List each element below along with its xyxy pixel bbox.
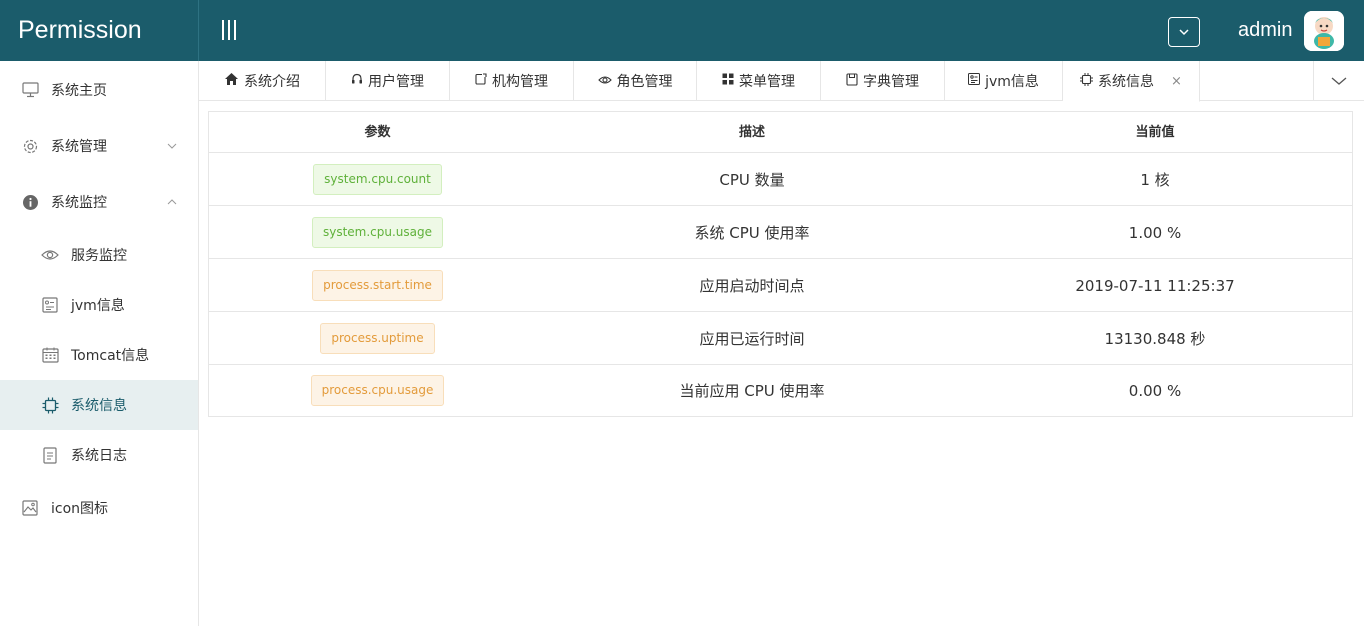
tab-dictionary-management[interactable]: 字典管理 bbox=[821, 61, 945, 101]
param-tag: process.uptime bbox=[320, 323, 435, 354]
avatar[interactable] bbox=[1304, 11, 1344, 51]
sidebar-item-label: 系统日志 bbox=[71, 448, 127, 464]
table-row: process.uptime 应用已运行时间 13130.848 秒 bbox=[209, 312, 1352, 365]
tab-label: 机构管理 bbox=[492, 74, 548, 90]
value-cell: 0.00 % bbox=[1128, 381, 1182, 400]
sidebar-item-label: jvm信息 bbox=[71, 298, 125, 314]
sidebar-item-label: 系统监控 bbox=[51, 195, 107, 211]
sidebar-item-tomcat[interactable]: Tomcat信息 bbox=[0, 330, 198, 380]
chip-icon bbox=[1080, 72, 1094, 90]
value-cell: 1.00 % bbox=[1128, 223, 1182, 242]
gear-icon bbox=[21, 137, 39, 155]
param-tag: system.cpu.usage bbox=[311, 217, 444, 248]
param-tag: process.cpu.usage bbox=[310, 375, 445, 406]
username[interactable]: admin bbox=[1238, 0, 1292, 61]
sidebar-item-system-info[interactable]: 系统信息 bbox=[0, 380, 198, 430]
sidebar-item-jvm[interactable]: jvm信息 bbox=[0, 280, 198, 330]
tab-system-info[interactable]: 系统信息 × bbox=[1063, 61, 1200, 102]
document-icon bbox=[41, 446, 59, 464]
sidebar-item-icons[interactable]: icon图标 bbox=[0, 483, 198, 533]
tab-label: jvm信息 bbox=[985, 74, 1039, 90]
tab-role-management[interactable]: 角色管理 bbox=[574, 61, 697, 101]
tab-label: 角色管理 bbox=[616, 74, 673, 90]
description-cell: 应用已运行时间 bbox=[699, 330, 805, 348]
sidebar-item-label: 系统信息 bbox=[71, 398, 127, 414]
table-row: process.cpu.usage 当前应用 CPU 使用率 0.00 % bbox=[209, 364, 1352, 417]
description-cell: 系统 CPU 使用率 bbox=[694, 224, 810, 242]
column-header-description: 描述 bbox=[738, 125, 765, 140]
table-header: 参数 描述 当前值 bbox=[209, 112, 1352, 153]
tab-org-management[interactable]: 机构管理 bbox=[450, 61, 574, 101]
sidebar-item-home[interactable]: 系统主页 bbox=[0, 65, 198, 115]
save-icon bbox=[846, 72, 858, 90]
sidebar-item-label: Tomcat信息 bbox=[71, 348, 150, 364]
org-icon bbox=[475, 73, 487, 89]
tab-bar: 系统介绍 用户管理 机构管理 角色管理 菜单管理 字典管理 jvm信息 系统信息… bbox=[199, 61, 1364, 102]
table-row: process.start.time 应用启动时间点 2019-07-11 11… bbox=[209, 259, 1352, 312]
sidebar-item-service-monitor[interactable]: 服务监控 bbox=[0, 230, 198, 280]
chevron-up-icon bbox=[166, 196, 178, 208]
param-tag: system.cpu.count bbox=[313, 164, 442, 195]
tabs-more-chevron-icon[interactable] bbox=[1313, 61, 1364, 101]
eye-icon bbox=[41, 246, 59, 264]
menu-toggle-icon[interactable] bbox=[220, 20, 238, 42]
sidebar-item-label: icon图标 bbox=[51, 501, 109, 517]
tab-label: 系统介绍 bbox=[244, 74, 300, 90]
tab-jvm[interactable]: jvm信息 bbox=[945, 61, 1063, 101]
sidebar-item-label: 系统主页 bbox=[51, 83, 107, 99]
table-row: system.cpu.usage 系统 CPU 使用率 1.00 % bbox=[209, 206, 1352, 259]
param-tag: process.start.time bbox=[312, 270, 443, 301]
sidebar: 系统主页 系统管理 系统监控 服务监控 jvm信息 Tomcat信息 系统信息 … bbox=[0, 61, 199, 626]
tab-label: 菜单管理 bbox=[739, 74, 795, 90]
description-cell: 当前应用 CPU 使用率 bbox=[679, 382, 825, 400]
sidebar-item-label: 系统管理 bbox=[51, 139, 107, 155]
home-icon bbox=[224, 72, 239, 90]
tab-system-intro[interactable]: 系统介绍 bbox=[199, 61, 326, 101]
chevron-down-icon[interactable] bbox=[1168, 17, 1200, 47]
headset-icon bbox=[351, 73, 363, 89]
sidebar-item-system-management[interactable]: 系统管理 bbox=[0, 121, 198, 171]
app-brand: Permission bbox=[0, 0, 199, 61]
sidebar-item-system-log[interactable]: 系统日志 bbox=[0, 430, 198, 480]
grid-icon bbox=[722, 73, 734, 89]
close-icon[interactable]: × bbox=[1171, 74, 1182, 89]
top-header: Permission admin bbox=[0, 0, 1364, 61]
description-cell: 应用启动时间点 bbox=[699, 277, 805, 295]
eye-icon bbox=[597, 73, 612, 89]
chevron-down-icon bbox=[166, 140, 178, 152]
value-cell: 2019-07-11 11:25:37 bbox=[1075, 276, 1235, 295]
chip-icon bbox=[41, 396, 59, 414]
value-cell: 1 核 bbox=[1140, 171, 1170, 189]
monitor-icon bbox=[21, 81, 39, 99]
image-icon bbox=[21, 499, 39, 517]
jvm-icon bbox=[41, 296, 59, 314]
value-cell: 13130.848 秒 bbox=[1104, 330, 1206, 348]
calendar-icon bbox=[41, 346, 59, 364]
tab-label: 系统信息 bbox=[1098, 74, 1155, 90]
description-cell: CPU 数量 bbox=[719, 171, 785, 189]
column-header-value: 当前值 bbox=[1135, 125, 1175, 140]
info-icon bbox=[21, 193, 39, 211]
sidebar-item-system-monitor[interactable]: 系统监控 bbox=[0, 177, 198, 227]
jvm-icon bbox=[968, 73, 981, 89]
column-header-param: 参数 bbox=[364, 125, 391, 140]
sidebar-item-label: 服务监控 bbox=[71, 248, 127, 264]
tab-label: 字典管理 bbox=[863, 74, 919, 90]
system-info-table: 参数 描述 当前值 system.cpu.count CPU 数量 1 核 sy… bbox=[208, 111, 1353, 417]
tab-user-management[interactable]: 用户管理 bbox=[326, 61, 450, 101]
tab-label: 用户管理 bbox=[368, 74, 424, 90]
table-row: system.cpu.count CPU 数量 1 核 bbox=[209, 153, 1352, 206]
tab-menu-management[interactable]: 菜单管理 bbox=[697, 61, 821, 101]
